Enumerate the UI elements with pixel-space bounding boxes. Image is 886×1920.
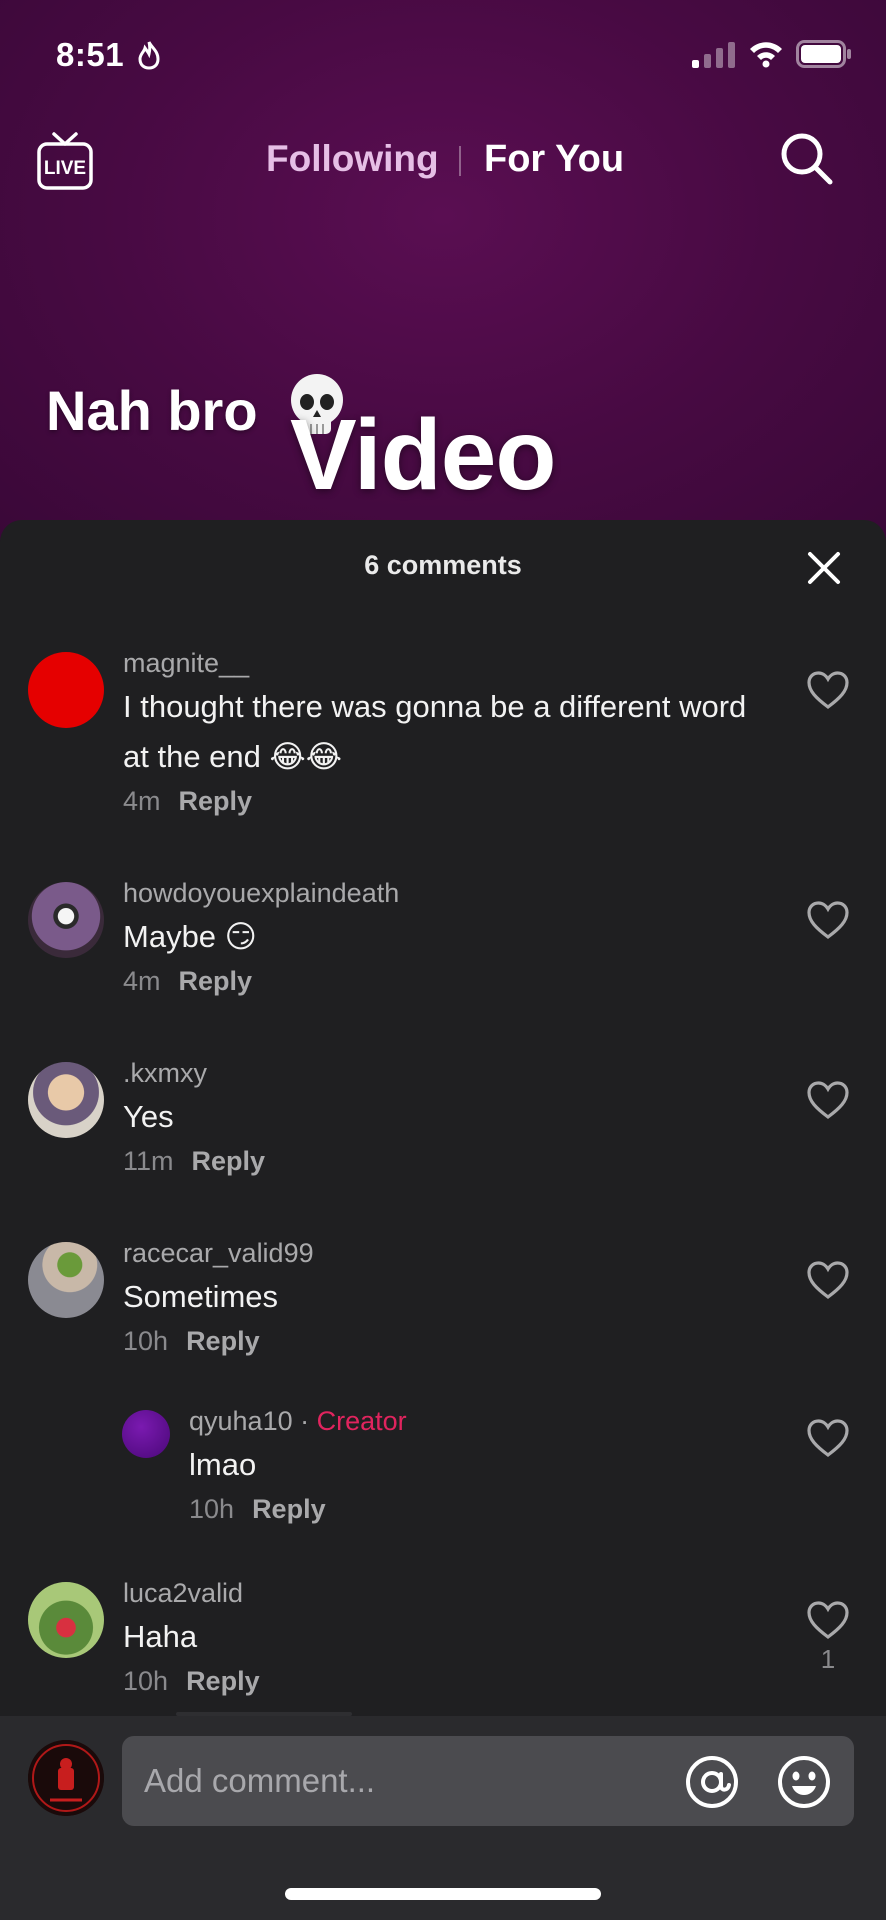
comment-composer — [0, 1716, 886, 1920]
comment-username[interactable]: luca2valid — [123, 1578, 243, 1609]
comments-sheet: 6 comments magnite__ I thought there was… — [0, 520, 886, 1920]
heart-icon[interactable] — [806, 1418, 850, 1458]
comment-meta: 11m Reply — [123, 1146, 265, 1177]
signal-icon — [692, 42, 735, 68]
comment-meta: 10h Reply — [123, 1666, 260, 1697]
comment-text: Haha — [123, 1619, 198, 1654]
comment-meta: 4m Reply — [123, 786, 252, 817]
battery-icon — [796, 40, 851, 68]
comments-count-title: 6 comments — [364, 550, 522, 580]
svg-text:LIVE: LIVE — [44, 158, 86, 179]
avatar[interactable] — [122, 1410, 170, 1458]
tab-divider — [459, 146, 461, 176]
heart-icon[interactable] — [806, 1600, 850, 1640]
status-time: 8:51 — [56, 36, 125, 73]
status-bar: 8:51 — [0, 0, 886, 110]
comment-time: 10h — [123, 1666, 169, 1696]
comment-time: 11m — [123, 1146, 174, 1176]
comment-input[interactable] — [144, 1736, 674, 1826]
comment-meta: 10h Reply — [123, 1326, 260, 1357]
record-label-logo — [28, 1740, 104, 1816]
comment-text: I thought there was gonna be a different… — [123, 689, 747, 774]
avatar[interactable] — [28, 1242, 104, 1318]
avatar[interactable] — [28, 1062, 104, 1138]
close-icon[interactable] — [806, 550, 842, 586]
heart-icon[interactable] — [806, 900, 850, 940]
comment-time: 10h — [123, 1326, 169, 1356]
reply-button[interactable]: Reply — [179, 966, 253, 996]
comment-text: Sometimes — [123, 1279, 279, 1314]
heart-icon[interactable] — [806, 670, 850, 710]
comment-time: 10h — [189, 1494, 235, 1524]
video-caption: Nah bro — [46, 379, 258, 442]
heart-icon[interactable] — [806, 1260, 850, 1300]
wifi-icon — [750, 42, 782, 68]
comment-meta: 4m Reply — [123, 966, 252, 997]
separator-dot: · — [300, 1406, 310, 1436]
avatar[interactable] — [28, 882, 104, 958]
top-navigation: LIVE Following For You — [0, 120, 886, 200]
like-count: 1 — [820, 1644, 836, 1674]
reply-username[interactable]: qyuha10 — [189, 1406, 293, 1436]
flame-icon — [138, 41, 160, 70]
comment-time: 4m — [123, 786, 161, 816]
creator-badge: Creator — [316, 1406, 407, 1436]
comment-text: Maybe 😏 — [123, 919, 257, 954]
comment-username[interactable]: .kxmxy — [123, 1058, 207, 1089]
comment-username: qyuha10 · Creator — [189, 1406, 407, 1437]
reply-button[interactable]: Reply — [186, 1326, 260, 1356]
avatar[interactable] — [28, 1582, 104, 1658]
reply-button[interactable]: Reply — [179, 786, 253, 816]
my-avatar[interactable] — [28, 1740, 104, 1816]
comment-username[interactable]: magnite__ — [123, 648, 249, 679]
emoji-icon[interactable] — [776, 1754, 832, 1810]
reply-button[interactable]: Reply — [252, 1494, 326, 1524]
at-mention-icon[interactable] — [684, 1754, 740, 1810]
video-overlay-text: Video — [290, 399, 556, 511]
comment-text: Yes — [123, 1099, 174, 1134]
home-indicator — [285, 1888, 601, 1900]
live-icon[interactable]: LIVE — [36, 130, 94, 192]
tab-following[interactable]: Following — [266, 138, 439, 180]
search-icon[interactable] — [778, 130, 834, 186]
reply-button[interactable]: Reply — [192, 1146, 266, 1176]
comment-username[interactable]: howdoyouexplaindeath — [123, 878, 399, 909]
comment-username[interactable]: racecar_valid99 — [123, 1238, 314, 1269]
comment-meta: 10h Reply — [189, 1494, 326, 1525]
comment-time: 4m — [123, 966, 161, 996]
reply-button[interactable]: Reply — [186, 1666, 260, 1696]
comment-text: lmao — [189, 1447, 257, 1482]
tab-for-you[interactable]: For You — [484, 138, 624, 181]
heart-icon[interactable] — [806, 1080, 850, 1120]
comment-input-container — [122, 1736, 854, 1826]
avatar[interactable] — [28, 652, 104, 728]
